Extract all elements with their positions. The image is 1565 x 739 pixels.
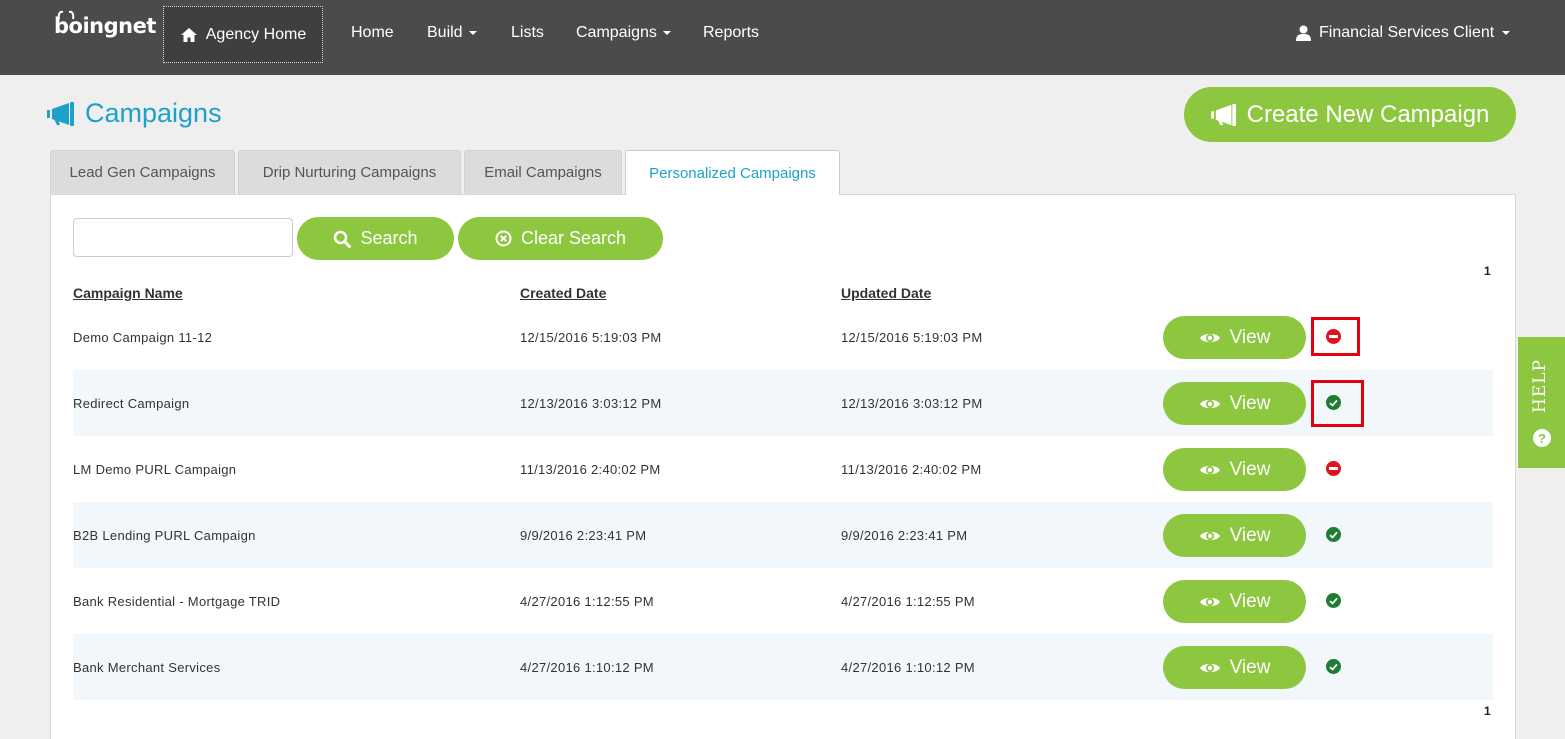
campaign-name-cell: Demo Campaign 11-12 [73, 329, 213, 345]
search-button[interactable]: Search [297, 217, 454, 260]
nav-build[interactable]: Build [427, 24, 477, 42]
table-row: Redirect Campaign 12/13/2016 3:03:12 PM 12… [73, 370, 1493, 436]
column-header-campaign-name[interactable]: Campaign Name [73, 285, 183, 301]
table-row: Demo Campaign 11-12 12/15/2016 5:19:03 PM… [73, 304, 1493, 370]
tab-label: Email Campaigns [484, 164, 602, 181]
nav-home[interactable]: Home [351, 24, 394, 42]
caret-down-icon [1502, 31, 1511, 35]
view-button-label: View [1229, 590, 1271, 612]
tab-lead-gen-campaigns[interactable]: Lead Gen Campaigns [50, 150, 235, 194]
pagination-bottom-page-1[interactable]: 1 [1484, 704, 1491, 718]
pagination-top-page-1[interactable]: 1 [1484, 264, 1491, 278]
updated-date-cell: 4/27/2016 1:12:55 PM [841, 593, 975, 609]
status-active-check-icon[interactable] [1326, 659, 1341, 674]
eye-icon [1199, 465, 1220, 474]
eye-icon [1199, 531, 1220, 540]
created-date-cell: 4/27/2016 1:10:12 PM [520, 659, 654, 675]
user-menu[interactable]: Financial Services Client [1296, 24, 1511, 42]
campaign-name-cell: LM Demo PURL Campaign [73, 461, 237, 477]
nav-lists-label: Lists [511, 24, 544, 41]
created-date-cell: 9/9/2016 2:23:41 PM [520, 527, 647, 543]
tab-personalized-campaigns[interactable]: Personalized Campaigns [625, 150, 840, 195]
clear-search-button[interactable]: Clear Search [458, 217, 663, 260]
eye-icon [1199, 663, 1220, 672]
nav-home-label: Home [351, 24, 394, 41]
table-row: LM Demo PURL Campaign 11/13/2016 2:40:02 … [73, 436, 1493, 502]
view-button-label: View [1229, 524, 1271, 546]
tab-label: Personalized Campaigns [649, 164, 816, 182]
top-navbar: boingnet Agency Home Home Build Lists Ca… [0, 0, 1565, 75]
updated-date-cell: 12/13/2016 3:03:12 PM [841, 395, 983, 411]
agency-home-button[interactable]: Agency Home [163, 6, 323, 63]
page-title: Campaigns [47, 98, 222, 129]
clear-circle-x-icon [495, 230, 512, 247]
created-date-cell: 12/13/2016 3:03:12 PM [520, 395, 662, 411]
eye-icon [1199, 399, 1220, 408]
view-button[interactable]: View [1163, 580, 1306, 623]
updated-date-cell: 9/9/2016 2:23:41 PM [841, 527, 968, 543]
caret-down-icon [468, 30, 477, 35]
table-row: Bank Merchant Services 4/27/2016 1:10:12 … [73, 634, 1493, 700]
column-header-updated-date[interactable]: Updated Date [841, 285, 931, 301]
created-date-cell: 4/27/2016 1:12:55 PM [520, 593, 654, 609]
view-button-label: View [1229, 656, 1271, 678]
tab-label: Drip Nurturing Campaigns [262, 164, 437, 181]
nav-lists[interactable]: Lists [511, 24, 544, 42]
nav-campaigns[interactable]: Campaigns [576, 24, 671, 42]
user-name: Financial Services Client [1319, 24, 1495, 41]
view-button-label: View [1229, 458, 1271, 480]
page-title-text: Campaigns [85, 98, 222, 128]
created-date-cell: 12/15/2016 5:19:03 PM [520, 329, 662, 345]
nav-build-label: Build [427, 24, 463, 41]
status-inactive-minus-icon[interactable] [1326, 329, 1341, 344]
created-date-cell: 11/13/2016 2:40:02 PM [520, 461, 661, 477]
tab-label: Lead Gen Campaigns [69, 164, 216, 181]
search-icon [334, 230, 352, 248]
updated-date-cell: 12/15/2016 5:19:03 PM [841, 329, 983, 345]
help-tab[interactable]: HELP ? [1518, 337, 1565, 468]
megaphone-icon [47, 101, 74, 126]
user-icon [1296, 25, 1311, 41]
caret-down-icon [662, 30, 671, 35]
create-new-campaign-button[interactable]: Create New Campaign [1184, 87, 1516, 142]
view-button[interactable]: View [1163, 382, 1306, 425]
help-label: HELP [1530, 359, 1550, 413]
view-button[interactable]: View [1163, 448, 1306, 491]
question-icon: ? [1533, 429, 1551, 447]
eye-icon [1199, 597, 1220, 606]
nav-campaigns-label: Campaigns [576, 24, 657, 41]
updated-date-cell: 11/13/2016 2:40:02 PM [841, 461, 982, 477]
view-button[interactable]: View [1163, 316, 1306, 359]
view-button-label: View [1229, 326, 1271, 348]
tab-drip-nurturing-campaigns[interactable]: Drip Nurturing Campaigns [238, 150, 461, 194]
table-row: B2B Lending PURL Campaign 9/9/2016 2:23:4… [73, 502, 1493, 568]
table-row: Bank Residential - Mortgage TRID 4/27/201… [73, 568, 1493, 634]
campaign-name-cell: Redirect Campaign [73, 395, 190, 411]
nav-reports-label: Reports [703, 24, 760, 41]
campaign-name-cell: B2B Lending PURL Campaign [73, 527, 256, 543]
search-input[interactable] [73, 218, 293, 257]
status-inactive-minus-icon[interactable] [1326, 461, 1341, 476]
nav-reports[interactable]: Reports [703, 24, 759, 42]
status-active-check-icon[interactable] [1326, 593, 1341, 608]
eye-icon [1199, 333, 1220, 342]
column-header-created-date[interactable]: Created Date [520, 285, 606, 301]
home-icon [180, 27, 197, 42]
clear-search-label: Clear Search [520, 228, 627, 248]
view-button[interactable]: View [1163, 514, 1306, 557]
campaign-name-cell: Bank Residential - Mortgage TRID [73, 593, 281, 609]
search-button-label: Search [360, 228, 418, 248]
megaphone-icon [1210, 103, 1236, 126]
tab-email-campaigns[interactable]: Email Campaigns [464, 150, 622, 194]
updated-date-cell: 4/27/2016 1:10:12 PM [841, 659, 975, 675]
boingnet-logo[interactable]: boingnet [54, 14, 156, 38]
view-button-label: View [1229, 392, 1271, 414]
status-active-check-icon[interactable] [1326, 527, 1341, 542]
create-new-campaign-label: Create New Campaign [1246, 100, 1490, 128]
agency-home-label: Agency Home [205, 25, 307, 43]
status-active-check-icon[interactable] [1326, 395, 1341, 410]
view-button[interactable]: View [1163, 646, 1306, 689]
campaign-name-cell: Bank Merchant Services [73, 659, 221, 675]
